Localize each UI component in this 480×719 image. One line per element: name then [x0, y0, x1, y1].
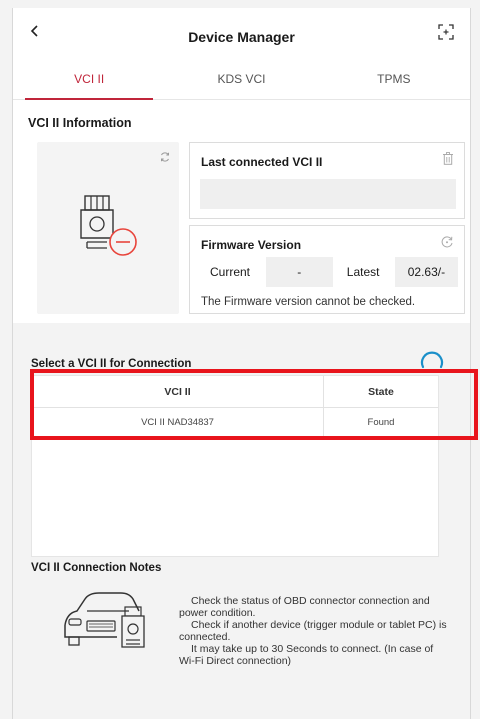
loading-spinner-icon	[420, 351, 444, 369]
latest-version-value: 02.63/-	[394, 257, 458, 287]
refresh-icon[interactable]	[159, 151, 171, 163]
header: Device Manager	[13, 8, 470, 54]
connection-notes: Check the status of OBD connector connec…	[179, 595, 451, 667]
tab-vci-ii[interactable]: VCI II	[13, 58, 165, 100]
obd-disconnected-icon	[80, 195, 137, 256]
fullscreen-button[interactable]	[436, 22, 456, 42]
car-obd-icon	[64, 592, 145, 648]
firmware-version-row: Current - Latest 02.63/-	[200, 257, 458, 287]
tab-bar: VCI II KDS VCI TPMS	[13, 58, 470, 100]
vci-state-cell: Found	[367, 417, 395, 428]
vci-name-cell: VCI II NAD34837	[32, 408, 324, 437]
trash-icon[interactable]	[442, 152, 454, 165]
last-connected-card: Last connected VCI II	[189, 142, 465, 219]
connection-title: Select a VCI II for Connection	[31, 358, 192, 370]
fullscreen-icon	[438, 24, 454, 40]
table-row[interactable]: VCI II NAD34837 Found	[32, 408, 438, 438]
vci-info-title: VCI II Information	[28, 116, 132, 130]
page-title: Device Manager	[188, 29, 295, 45]
last-connected-title: Last connected VCI II	[201, 155, 323, 169]
firmware-title: Firmware Version	[201, 238, 302, 252]
note-item: It may take up to 30 Seconds to connect.…	[179, 643, 434, 667]
table-header: VCI II State	[32, 376, 438, 408]
latest-label: Latest	[346, 265, 380, 279]
note-item: Check the status of OBD connector connec…	[179, 595, 430, 619]
column-header-state: State	[368, 385, 394, 398]
current-label: Current	[210, 265, 251, 279]
firmware-card: Firmware Version Current - Latest 02.63/…	[189, 225, 465, 314]
note-item: Check if another device (trigger module …	[179, 619, 447, 643]
last-connected-value	[200, 179, 456, 209]
vci-device-card	[37, 142, 179, 314]
current-version-value: -	[265, 257, 333, 287]
tab-tpms[interactable]: TPMS	[318, 58, 470, 99]
column-header-vci: VCI II	[32, 376, 324, 407]
notes-title: VCI II Connection Notes	[31, 562, 162, 574]
tab-kds-vci[interactable]: KDS VCI	[165, 58, 317, 99]
vci-table: VCI II State VCI II NAD34837 Found	[31, 375, 439, 557]
connection-section: Select a VCI II for Connection VCI II St…	[13, 323, 470, 719]
app-window: Device Manager VCI II KDS VCI TPMS VCI I…	[12, 8, 471, 719]
firmware-message: The Firmware version cannot be checked.	[201, 296, 416, 308]
update-icon[interactable]	[440, 235, 454, 249]
